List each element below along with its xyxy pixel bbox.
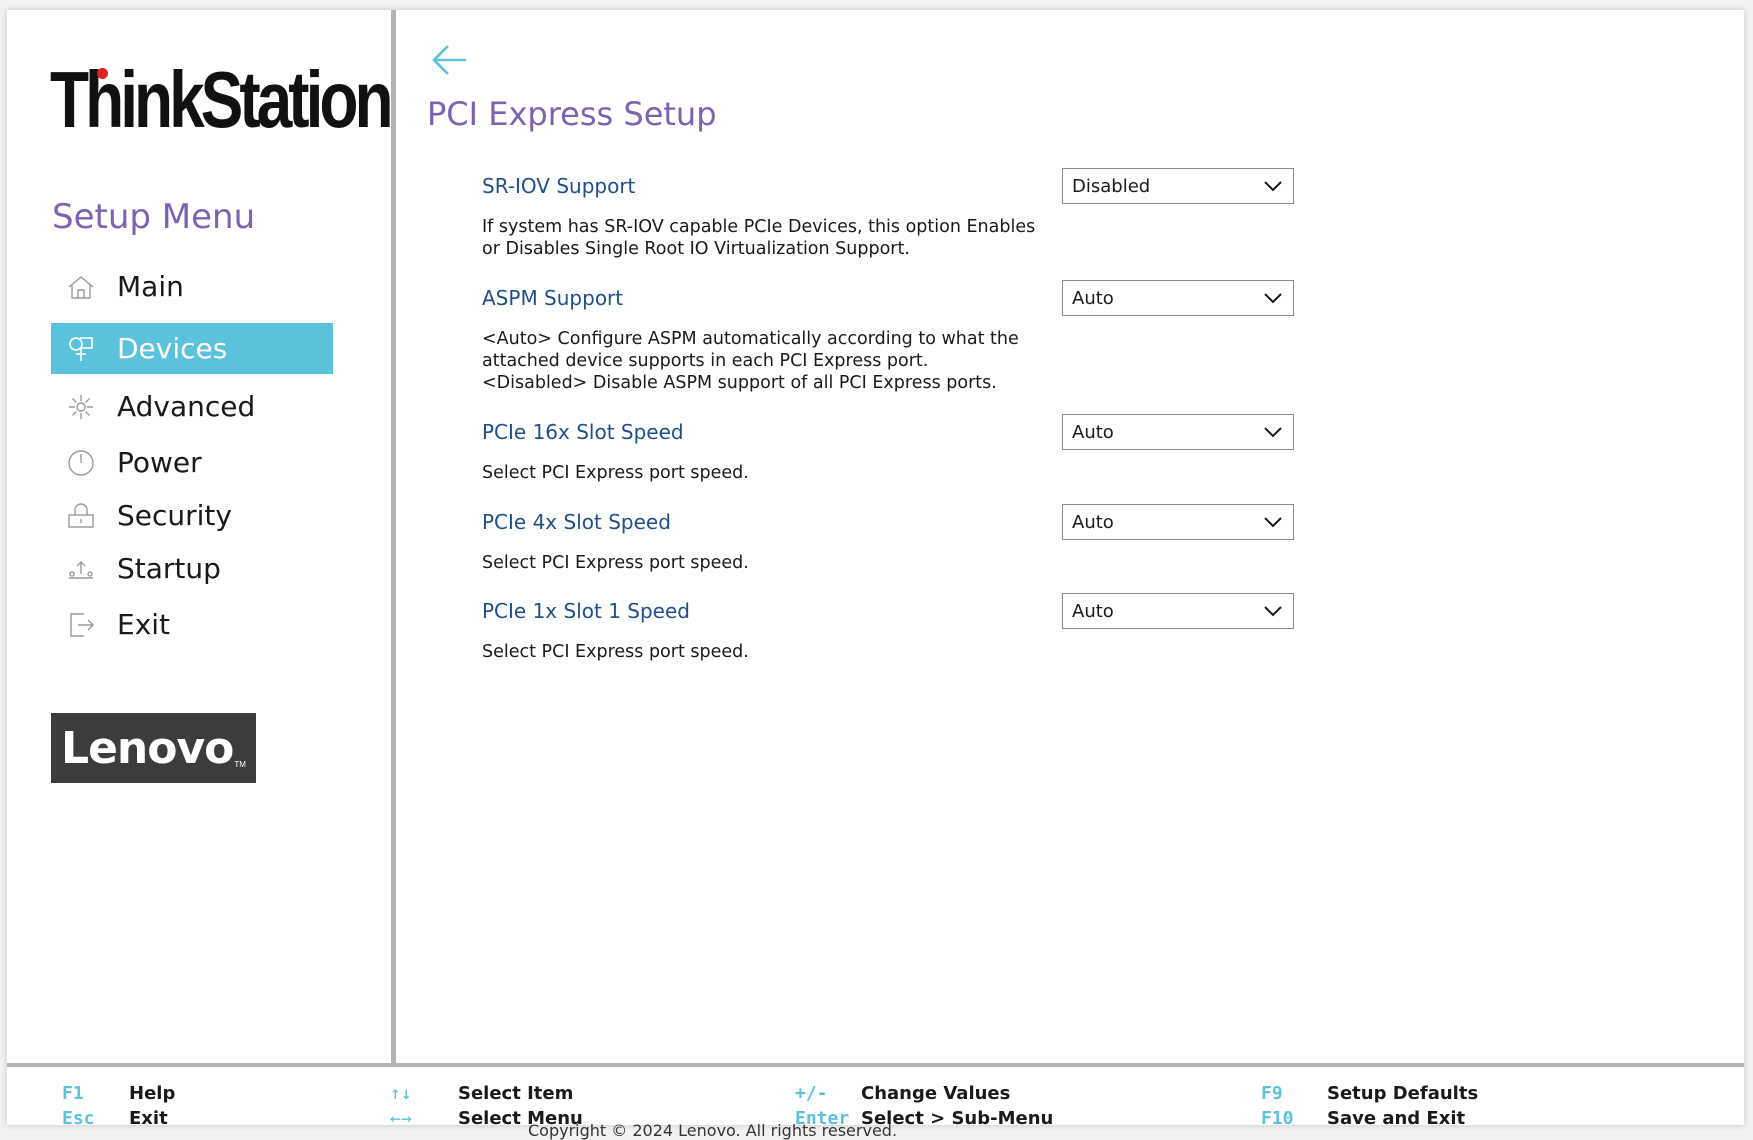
select-item-text: Select Item bbox=[458, 1083, 574, 1104]
chevron-down-icon bbox=[1264, 427, 1282, 438]
esc-help-text: Exit bbox=[129, 1108, 168, 1129]
select-value: Auto bbox=[1072, 511, 1114, 533]
brand-red-dot bbox=[97, 68, 108, 79]
chevron-down-icon bbox=[1264, 181, 1282, 192]
exit-icon bbox=[63, 607, 99, 643]
page-title: PCI Express Setup bbox=[427, 95, 717, 133]
pcie-16x-select[interactable]: Auto bbox=[1062, 414, 1294, 450]
sidebar: ThinkStation Setup Menu Main Devices Adv… bbox=[7, 10, 394, 1063]
lenovo-logo: Lenovo TM bbox=[51, 713, 256, 783]
sidebar-item-advanced[interactable]: Advanced bbox=[51, 380, 333, 434]
power-icon bbox=[63, 445, 99, 481]
plus-minus-key: +/- bbox=[795, 1083, 828, 1104]
lock-icon bbox=[63, 498, 99, 534]
setting-description: Select PCI Express port speed. bbox=[482, 463, 749, 483]
f1-key: F1 bbox=[62, 1083, 84, 1104]
setting-title: SR-IOV Support bbox=[482, 174, 636, 198]
sidebar-item-power[interactable]: Power bbox=[51, 436, 333, 490]
startup-icon bbox=[63, 551, 99, 587]
key-help-footer: F1 Help Esc Exit ↑↓ Select Item ←→ Selec… bbox=[7, 1063, 1744, 1129]
sidebar-item-label: Exit bbox=[117, 608, 171, 641]
up-down-arrows-icon: ↑↓ bbox=[390, 1083, 412, 1104]
f9-key: F9 bbox=[1261, 1083, 1283, 1104]
trademark-mark: TM bbox=[234, 760, 246, 769]
devices-icon bbox=[63, 331, 99, 367]
change-values-text: Change Values bbox=[861, 1083, 1011, 1104]
advanced-icon bbox=[63, 389, 99, 425]
left-right-arrows-icon: ←→ bbox=[390, 1108, 412, 1129]
pcie-1x-slot-1-select[interactable]: Auto bbox=[1062, 593, 1294, 629]
back-arrow-icon[interactable] bbox=[430, 40, 470, 80]
sr-iov-select[interactable]: Disabled bbox=[1062, 168, 1294, 204]
select-value: Disabled bbox=[1072, 175, 1151, 197]
sidebar-item-label: Devices bbox=[117, 331, 228, 365]
setting-description: Select PCI Express port speed. bbox=[482, 642, 749, 662]
esc-key: Esc bbox=[62, 1108, 95, 1129]
sidebar-item-label: Startup bbox=[117, 552, 221, 585]
select-value: Auto bbox=[1072, 600, 1114, 622]
setting-description: Select PCI Express port speed. bbox=[482, 553, 749, 573]
chevron-down-icon bbox=[1264, 517, 1282, 528]
sidebar-item-devices[interactable]: Devices bbox=[51, 323, 333, 374]
sidebar-item-startup[interactable]: Startup bbox=[51, 542, 333, 596]
main-panel: PCI Express Setup SR-IOV Support If syst… bbox=[396, 10, 1744, 1063]
setting-description: <Auto> Configure ASPM automatically acco… bbox=[482, 329, 1019, 393]
f10-key: F10 bbox=[1261, 1108, 1294, 1129]
setup-menu-title: Setup Menu bbox=[52, 197, 256, 237]
setting-title: PCIe 4x Slot Speed bbox=[482, 510, 671, 534]
setup-defaults-text: Setup Defaults bbox=[1327, 1083, 1479, 1104]
sidebar-item-security[interactable]: Security bbox=[51, 489, 333, 543]
setting-title: ASPM Support bbox=[482, 286, 624, 310]
sidebar-item-exit[interactable]: Exit bbox=[51, 598, 333, 652]
aspm-select[interactable]: Auto bbox=[1062, 280, 1294, 316]
f1-help-text: Help bbox=[129, 1083, 176, 1104]
sidebar-item-label: Security bbox=[117, 499, 232, 532]
setting-title: PCIe 1x Slot 1 Speed bbox=[482, 599, 690, 623]
select-value: Auto bbox=[1072, 287, 1114, 309]
lenovo-logo-text: Lenovo bbox=[61, 722, 234, 774]
bios-window: ThinkStation Setup Menu Main Devices Adv… bbox=[7, 10, 1744, 1129]
pcie-4x-select[interactable]: Auto bbox=[1062, 504, 1294, 540]
sidebar-item-main[interactable]: Main bbox=[51, 260, 333, 314]
home-icon bbox=[63, 269, 99, 305]
save-and-exit-text: Save and Exit bbox=[1327, 1108, 1466, 1129]
setting-description: If system has SR-IOV capable PCIe Device… bbox=[482, 217, 1036, 259]
setting-title: PCIe 16x Slot Speed bbox=[482, 420, 684, 444]
sidebar-item-label: Main bbox=[117, 270, 184, 303]
copyright-text: Copyright © 2024 Lenovo. All rights rese… bbox=[528, 1121, 898, 1140]
chevron-down-icon bbox=[1264, 293, 1282, 304]
select-value: Auto bbox=[1072, 421, 1114, 443]
sidebar-item-label: Power bbox=[117, 446, 202, 479]
chevron-down-icon bbox=[1264, 606, 1282, 617]
sidebar-item-label: Advanced bbox=[117, 390, 256, 423]
